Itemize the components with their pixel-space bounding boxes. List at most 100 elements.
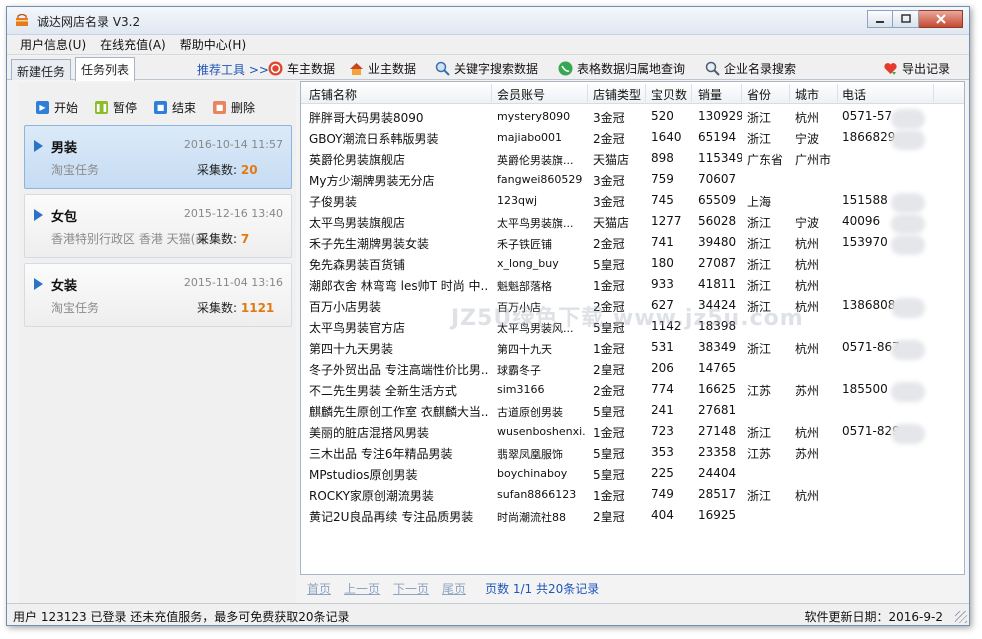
- cell-province: 浙江: [747, 342, 772, 356]
- cell-item-count: 180: [651, 256, 674, 270]
- title-bar: 诚达网店名录 V3.2: [7, 7, 969, 35]
- cell-sales: 16625: [698, 382, 737, 396]
- tool-property-owner-data[interactable]: 业主数据: [349, 59, 416, 77]
- cell-shop-type: 1金冠: [593, 489, 625, 503]
- cell-sales: 28517: [698, 487, 737, 501]
- tool-table-location-lookup[interactable]: 表格数据归属地查询: [558, 59, 685, 77]
- table-row[interactable]: ROCKY家原创潮流男装 sufan8866123 1金冠 749 28517 浙江 杭州: [301, 483, 964, 504]
- table-row[interactable]: My方少潮牌男装无分店 fangwei860529 3金冠 759 70607: [301, 168, 964, 189]
- next-page-link[interactable]: 下一页: [393, 580, 429, 597]
- cell-shop-name: MPstudios原创男装: [309, 468, 418, 482]
- tool-car-owner-data[interactable]: 车主数据: [268, 59, 335, 77]
- task-name: 男装: [51, 141, 78, 156]
- cell-shop-type: 5皇冠: [593, 447, 625, 461]
- car-icon: [268, 61, 283, 76]
- heart-icon: [883, 61, 898, 76]
- first-page-link[interactable]: 首页: [307, 580, 331, 597]
- table-row[interactable]: 三木出品 专注6年精品男装 翡翠凤凰服饰 5皇冠 353 23358 江苏 苏州: [301, 441, 964, 462]
- table-row[interactable]: 免先森男装百货铺 x_long_buy 5皇冠 180 27087 浙江 杭州: [301, 252, 964, 273]
- phone-lookup-icon: [558, 61, 573, 76]
- close-button[interactable]: [919, 10, 963, 28]
- start-button[interactable]: ▶ 开始: [36, 99, 78, 116]
- tab-new-task[interactable]: 新建任务: [11, 59, 72, 80]
- table-row[interactable]: 不二先生男装 全新生活方式 sim3166 2金冠 774 16625 江苏 苏州 18550…: [301, 378, 964, 399]
- cell-shop-name: 子俊男装: [309, 195, 358, 209]
- minimize-button[interactable]: [867, 10, 893, 28]
- cell-member-account: 魁魁部落格: [497, 280, 552, 293]
- task-date: 2016-10-14 11:57: [183, 138, 283, 151]
- task-source: 香港特别行政区 香港 天猫(商: [51, 232, 208, 246]
- column-header-sales[interactable]: 销量: [698, 86, 722, 103]
- task-name: 女包: [51, 210, 78, 225]
- task-count: 采集数: 7: [197, 232, 250, 246]
- cell-shop-name: 胖胖哥大码男装8090: [309, 111, 424, 125]
- delete-button[interactable]: ■ 删除: [213, 99, 255, 116]
- menu-user-info[interactable]: 用户信息(U): [13, 36, 93, 53]
- column-header-phone[interactable]: 电话: [842, 86, 866, 103]
- cell-member-account: sufan8866123: [497, 488, 577, 501]
- cell-shop-name: 太平鸟男装旗舰店: [309, 216, 406, 230]
- column-header-province[interactable]: 省份: [747, 86, 771, 103]
- cell-shop-name: 美丽的脏店混搭风男装: [309, 426, 430, 440]
- watermark-text: JZ5U绿色下载 www.jz5u.com: [451, 306, 804, 331]
- cell-shop-type: 1金冠: [593, 426, 625, 440]
- toolbar: 新建任务 任务列表 推荐工具 >> 车主数据 业主数据 关键字搜索数据 表格数据: [7, 56, 969, 81]
- action-label: 结束: [172, 101, 197, 115]
- prev-page-link[interactable]: 上一页: [344, 580, 380, 597]
- cell-shop-type: 3金冠: [593, 111, 625, 125]
- table-row[interactable]: 第四十九天男装 第四十九天 1金冠 531 38349 浙江 杭州 0571-867: [301, 336, 964, 357]
- table-row[interactable]: 麒麟先生原创工作室 衣麒麟大当... 古道原创男装 5皇冠 241 27681: [301, 399, 964, 420]
- close-icon: [935, 14, 946, 24]
- cell-shop-name: 潮郎衣舍 林弯弯 les帅T 时尚 中...: [309, 279, 489, 293]
- cell-item-count: 520: [651, 109, 674, 123]
- menu-help-center[interactable]: 帮助中心(H): [173, 36, 253, 53]
- table-row[interactable]: MPstudios原创男装 boychinaboy 5皇冠 225 24404: [301, 462, 964, 483]
- menu-online-recharge[interactable]: 在线充值(A): [93, 36, 173, 53]
- cell-item-count: 225: [651, 466, 674, 480]
- column-header-item-count[interactable]: 宝贝数: [651, 86, 687, 103]
- table-row[interactable]: 英爵伦男装旗舰店 英爵伦男装旗... 天猫店 898 115349 广东省 广州市: [301, 147, 964, 168]
- table-row[interactable]: 冬子外贸出品 专注高端性价比男... 球霸冬子 2皇冠 206 14765: [301, 357, 964, 378]
- cell-city: 杭州: [795, 258, 820, 272]
- cell-member-account: fangwei860529: [497, 173, 583, 186]
- tab-task-list[interactable]: 任务列表: [75, 57, 136, 81]
- column-header-shop-name[interactable]: 店铺名称: [309, 86, 357, 103]
- cell-province: 广东省: [747, 153, 784, 167]
- table-row[interactable]: 太平鸟男装旗舰店 太平鸟男装旗... 天猫店 1277 56028 浙江 宁波 40096: [301, 210, 964, 231]
- table-row[interactable]: 美丽的脏店混搭风男装 wusenboshenxi... 1金冠 723 27148 浙江 杭…: [301, 420, 964, 441]
- column-header-member-account[interactable]: 会员账号: [497, 86, 545, 103]
- tool-keyword-search-data[interactable]: 关键字搜索数据: [435, 59, 538, 77]
- cell-province: 浙江: [747, 279, 772, 293]
- table-row[interactable]: 潮郎衣舍 林弯弯 les帅T 时尚 中... 魁魁部落格 1金冠 933 41811 浙江…: [301, 273, 964, 294]
- cell-item-count: 404: [651, 508, 674, 522]
- cell-item-count: 749: [651, 487, 674, 501]
- task-item[interactable]: 女装 2015-11-04 13:16 淘宝任务 采集数: 1121: [24, 263, 292, 327]
- cell-shop-name: My方少潮牌男装无分店: [309, 174, 435, 188]
- tool-company-directory-search[interactable]: 企业名录搜索: [705, 59, 796, 77]
- stop-button[interactable]: ■ 结束: [154, 99, 196, 116]
- cell-shop-type: 5皇冠: [593, 405, 625, 419]
- update-date-text: 软件更新日期：2016-9-2: [804, 610, 943, 624]
- task-item[interactable]: 女包 2015-12-16 13:40 香港特别行政区 香港 天猫(商 采集数:…: [24, 194, 292, 258]
- cell-shop-type: 2皇冠: [593, 510, 625, 524]
- column-header-city[interactable]: 城市: [795, 86, 819, 103]
- table-row[interactable]: GBOY潮流日系韩版男装 majiabo001 2金冠 1640 65194 浙江 宁波 18…: [301, 126, 964, 147]
- task-item[interactable]: 男装 2016-10-14 11:57 淘宝任务 采集数: 20: [24, 125, 292, 189]
- table-row[interactable]: 黄记2U良品再续 专注品质男装 时尚潮流社88 2皇冠 404 16925: [301, 504, 964, 525]
- last-page-link[interactable]: 尾页: [442, 580, 466, 597]
- cell-item-count: 898: [651, 151, 674, 165]
- export-records-button[interactable]: 导出记录: [883, 59, 950, 77]
- export-label: 导出记录: [902, 61, 951, 76]
- column-header-shop-type[interactable]: 店铺类型: [593, 86, 641, 103]
- maximize-button[interactable]: [893, 10, 919, 28]
- table-row[interactable]: 禾子先生潮牌男装女装 禾子铁匠铺 2金冠 741 39480 浙江 杭州 153970: [301, 231, 964, 252]
- table-row[interactable]: 胖胖哥大码男装8090 mystery8090 3金冠 520 130929 浙江 杭州 05…: [301, 105, 964, 126]
- cell-member-account: 123qwj: [497, 194, 538, 207]
- cell-member-account: x_long_buy: [497, 257, 559, 270]
- pause-button[interactable]: ❚❚ 暂停: [95, 99, 137, 116]
- cell-sales: 130929: [698, 109, 742, 123]
- resize-grip-icon[interactable]: [955, 611, 967, 623]
- cell-item-count: 759: [651, 172, 674, 186]
- cell-sales: 16925: [698, 508, 737, 522]
- table-row[interactable]: 子俊男装 123qwj 3金冠 745 65509 上海 151588: [301, 189, 964, 210]
